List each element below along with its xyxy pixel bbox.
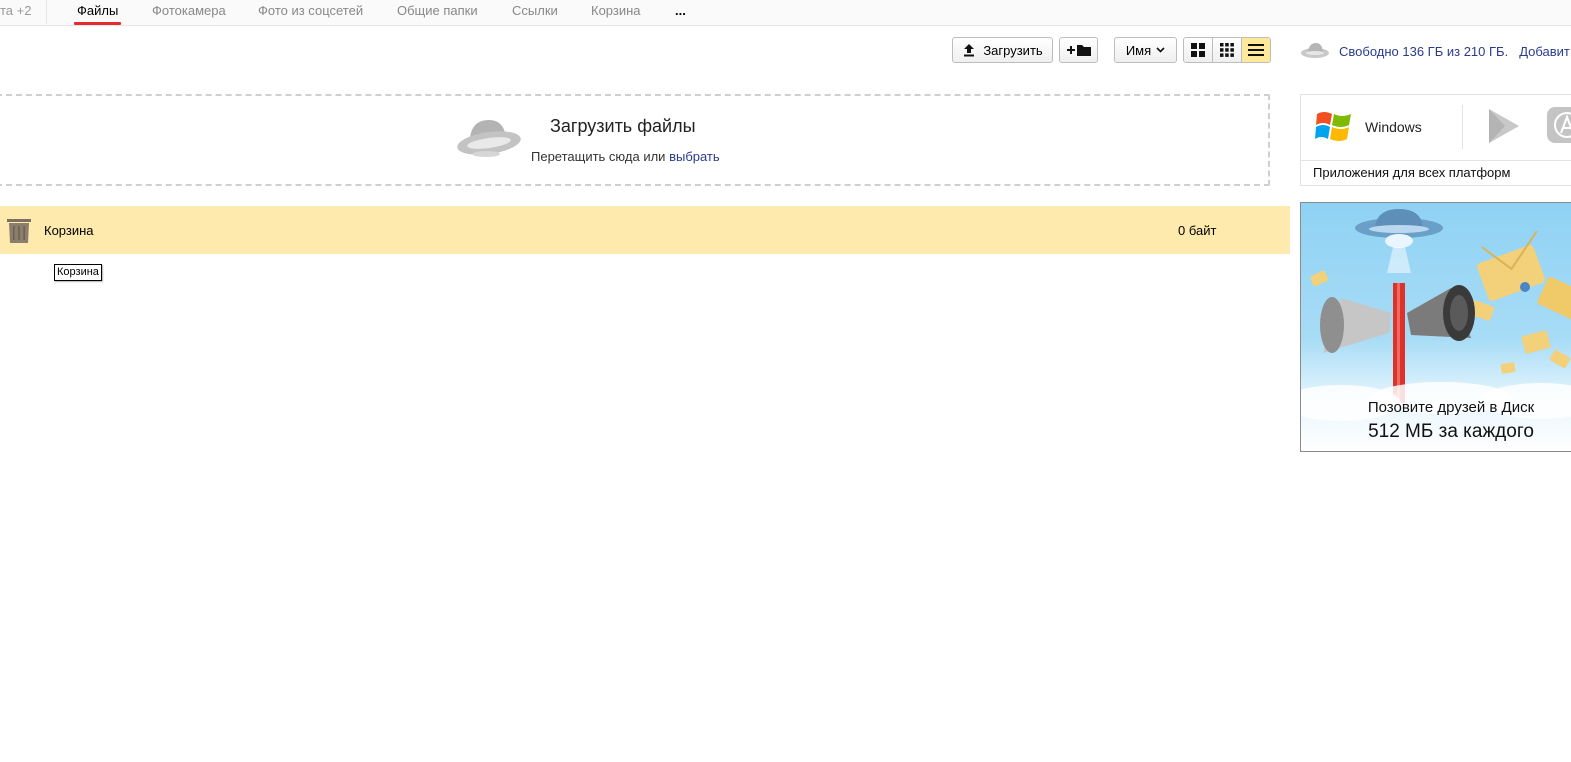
apps-separator bbox=[1301, 160, 1571, 161]
storage-text: Свободно 136 ГБ из 210 ГБ. bbox=[1339, 43, 1509, 59]
tab-more[interactable]: ... bbox=[675, 3, 686, 18]
view-large-icons-button[interactable] bbox=[1184, 38, 1213, 62]
chevron-down-icon bbox=[1156, 47, 1165, 53]
tab-shared-folders[interactable]: Общие папки bbox=[397, 3, 478, 18]
top-navigation: та +2 Файлы Фотокамера Фото из соцсетей … bbox=[0, 0, 1571, 26]
sort-dropdown[interactable]: Имя bbox=[1114, 37, 1177, 63]
upload-icon bbox=[964, 44, 975, 57]
ufo-icon bbox=[457, 120, 521, 157]
trash-folder-icon bbox=[7, 219, 31, 243]
view-small-icons-button[interactable] bbox=[1213, 38, 1242, 62]
new-folder-icon bbox=[1066, 45, 1091, 56]
list-icon bbox=[1248, 44, 1264, 56]
app-store-icon[interactable] bbox=[1547, 107, 1571, 143]
file-name: Корзина bbox=[44, 223, 94, 238]
promo-line-1: Позовите друзей в Диск bbox=[1367, 399, 1535, 416]
sort-label: Имя bbox=[1125, 42, 1152, 58]
disk-ufo-icon bbox=[1301, 43, 1329, 58]
google-play-icon[interactable] bbox=[1485, 107, 1521, 145]
windows-app-label[interactable]: Windows bbox=[1365, 119, 1422, 135]
dropzone-subtitle: Перетащить сюда или выбрать bbox=[531, 149, 720, 164]
view-list-button[interactable] bbox=[1242, 38, 1270, 62]
storage-info: Свободно 136 ГБ из 210 ГБ. Добавит bbox=[1300, 41, 1570, 61]
tab-social-photos[interactable]: Фото из соцсетей bbox=[258, 3, 363, 18]
nav-separator bbox=[46, 0, 47, 24]
apps-caption[interactable]: Приложения для всех платформ bbox=[1313, 165, 1510, 180]
choose-files-link[interactable]: выбрать bbox=[669, 149, 720, 164]
tab-files[interactable]: Файлы bbox=[73, 3, 122, 25]
apps-divider bbox=[1462, 105, 1463, 149]
upload-dropzone[interactable]: Загрузить файлы Перетащить сюда или выбр… bbox=[0, 94, 1270, 186]
tab-links[interactable]: Ссылки bbox=[512, 3, 558, 18]
invite-friends-banner[interactable]: Позовите друзей в Диск 512 МБ за каждого bbox=[1300, 202, 1571, 452]
view-mode-switcher bbox=[1183, 37, 1271, 63]
file-row[interactable]: Корзина 0 байт bbox=[0, 206, 1290, 254]
add-storage-link[interactable]: Добавит bbox=[1519, 44, 1570, 59]
small-grid-icon bbox=[1220, 43, 1234, 57]
windows-logo-icon[interactable] bbox=[1315, 109, 1353, 143]
large-grid-icon bbox=[1191, 43, 1205, 57]
promo-line-2: 512 МБ за каждого bbox=[1368, 421, 1534, 442]
tab-camera[interactable]: Фотокамера bbox=[152, 3, 226, 18]
dropzone-title: Загрузить файлы bbox=[550, 116, 696, 136]
dropzone-subtitle-text: Перетащить сюда или bbox=[531, 149, 666, 164]
nav-prev-fragment[interactable]: та +2 bbox=[0, 3, 31, 18]
tab-trash[interactable]: Корзина bbox=[591, 3, 641, 18]
upload-label: Загрузить bbox=[983, 42, 1043, 58]
tooltip: Корзина bbox=[54, 264, 102, 281]
apps-panel: Windows Приложения для всех платформ bbox=[1300, 94, 1571, 186]
file-size: 0 байт bbox=[1178, 223, 1217, 238]
new-folder-button[interactable] bbox=[1059, 37, 1098, 63]
upload-button[interactable]: Загрузить bbox=[952, 37, 1053, 63]
